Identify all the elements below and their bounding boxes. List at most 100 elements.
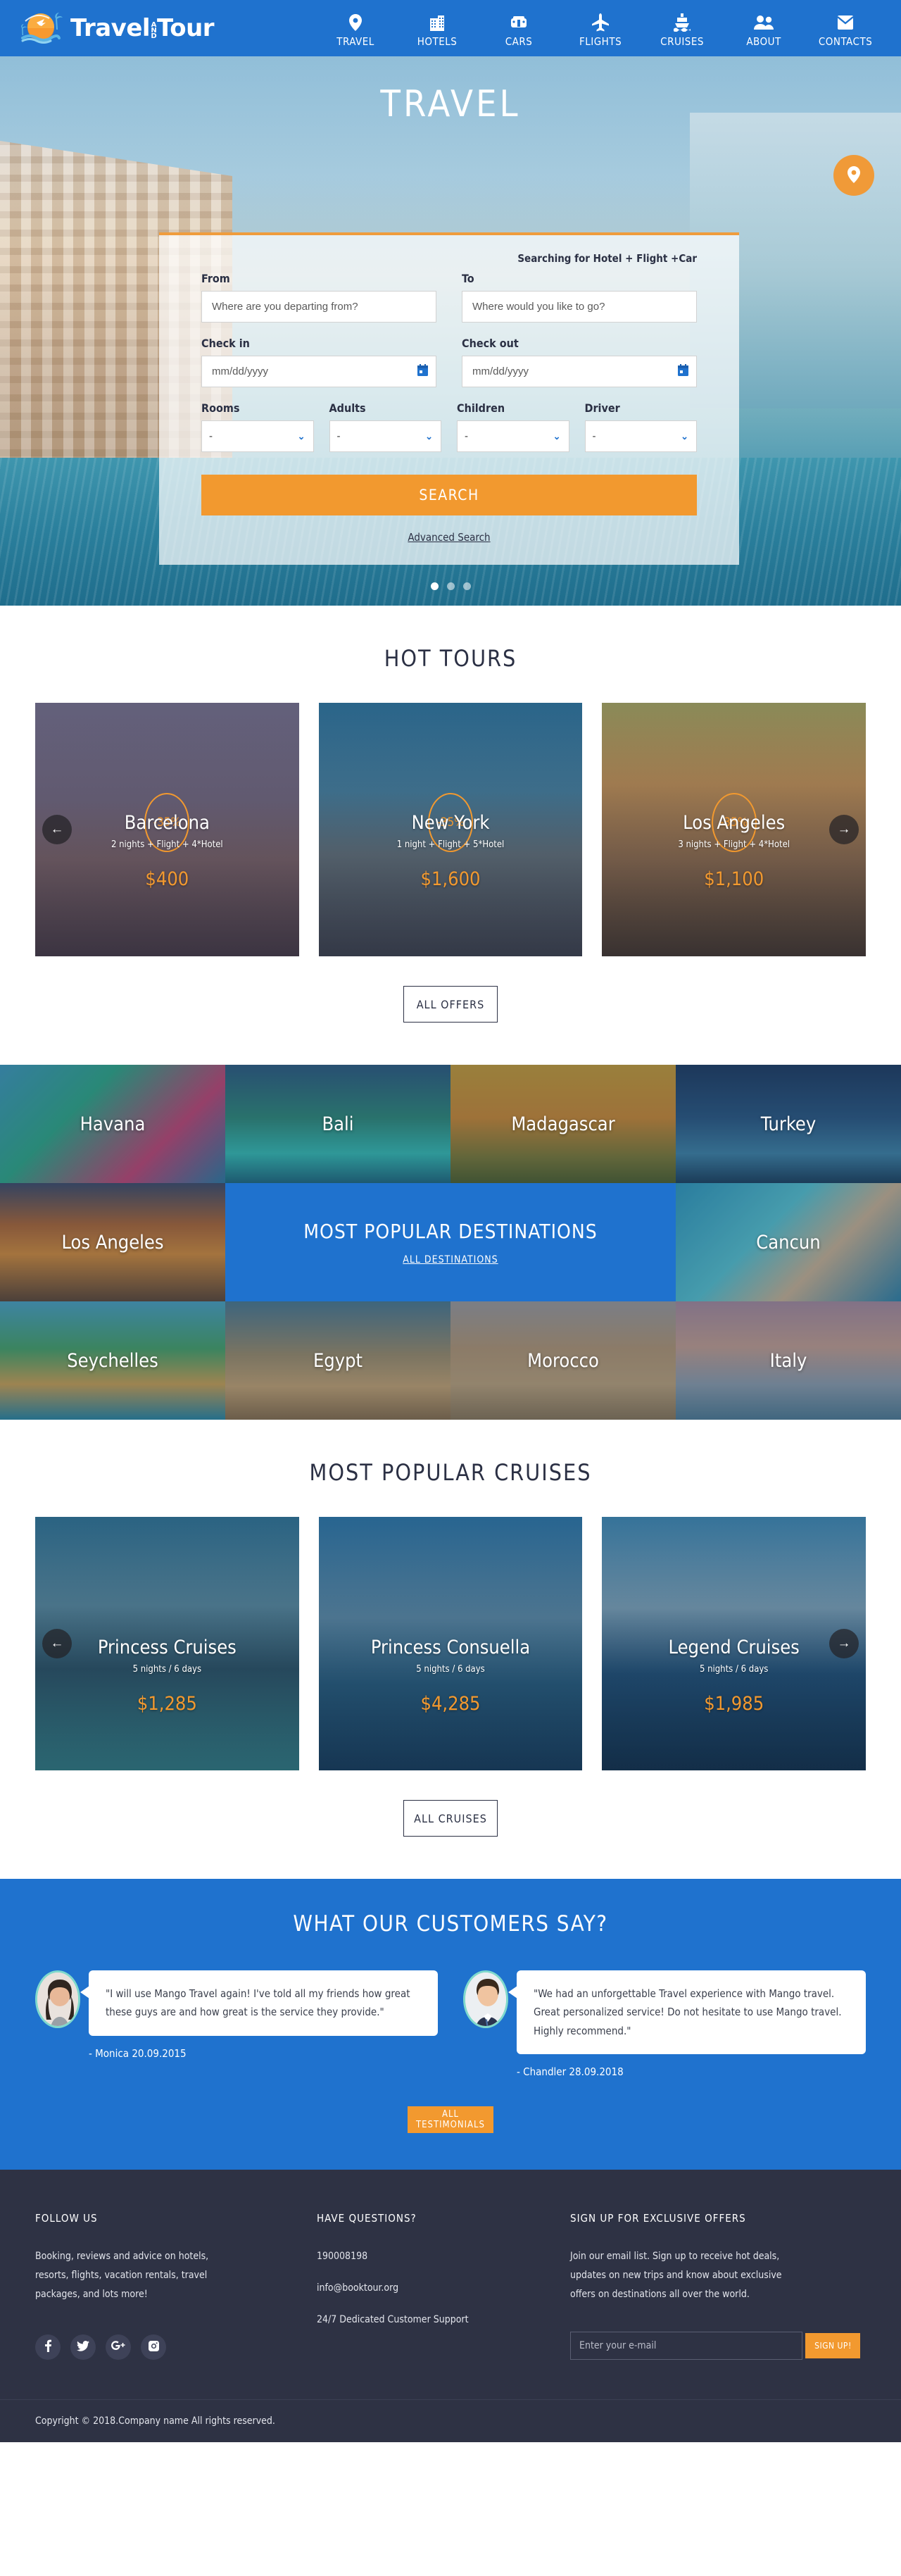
checkin-label: Check in <box>201 337 250 350</box>
carousel-dot-1[interactable] <box>430 582 439 590</box>
email-address[interactable]: info@booktour.org <box>317 2279 479 2298</box>
main-nav: TRAVEL HOTELS CARS FLIGHTS CRUISES ABOUT… <box>315 9 886 48</box>
cruise-card[interactable]: Legend Cruises 5 nights / 6 days $1,985 … <box>602 1517 867 1770</box>
advanced-search-link[interactable]: Advanced Search <box>201 531 697 544</box>
nav-item-flights[interactable]: FLIGHTS <box>560 13 641 48</box>
searching-for-label: Searching for Hotel + Flight +Car <box>517 252 697 265</box>
google-plus-button[interactable] <box>106 2334 131 2360</box>
destination-name: Morocco <box>527 1349 599 1372</box>
nav-item-travel[interactable]: TRAVEL <box>315 13 396 48</box>
tour-card[interactable]: -35% Los Angeles 3 nights + Flight + 4*H… <box>602 703 867 956</box>
checkin-input[interactable] <box>201 356 436 387</box>
testimonials-row: "I will use Mango Travel again! I've tol… <box>35 1970 866 2078</box>
cruises-next-button[interactable]: → <box>829 1629 859 1658</box>
destination-cell-madagascar[interactable]: Madagascar <box>450 1065 676 1183</box>
destination-cell-italy[interactable]: Italy <box>676 1301 901 1420</box>
nav-item-about[interactable]: ABOUT <box>723 13 805 48</box>
tour-details: 2 nights + Flight + 4*Hotel <box>111 839 223 850</box>
rooms-select[interactable]: - <box>201 420 314 452</box>
destination-cell-egypt[interactable]: Egypt <box>225 1301 450 1420</box>
instagram-button[interactable] <box>141 2334 166 2360</box>
copyright-text: Copyright © 2018.Company name All rights… <box>0 2399 901 2442</box>
cruises-section: MOST POPULAR CRUISES Princess Cruises 5 … <box>0 1420 901 1837</box>
facebook-icon <box>44 2339 51 2354</box>
twitter-button[interactable] <box>70 2334 96 2360</box>
destination-name: Bali <box>322 1113 354 1135</box>
site-logo[interactable]: Travel AND Tour <box>0 7 215 49</box>
testimonials-title: WHAT OUR CUSTOMERS SAY? <box>293 1911 608 1937</box>
destination-name: Egypt <box>313 1349 363 1372</box>
cruise-details: 5 nights / 6 days <box>132 1664 202 1675</box>
to-input[interactable] <box>462 291 697 323</box>
tour-card-body: New York 1 night + Flight + 5*Hotel $1,6… <box>319 812 583 890</box>
destination-name: Havana <box>80 1113 146 1135</box>
testimonial-author: - Monica 20.09.2015 <box>89 2046 187 2060</box>
tour-card[interactable]: -35% Barcelona 2 nights + Flight + 4*Hot… <box>35 703 299 956</box>
destination-name: Cancun <box>756 1231 821 1253</box>
destination-name: Los Angeles <box>61 1231 164 1253</box>
nav-item-cars[interactable]: CARS <box>478 13 560 48</box>
nav-item-hotels[interactable]: HOTELS <box>396 13 478 48</box>
driver-label: Driver <box>584 401 620 415</box>
hero-carousel-dots <box>0 582 901 590</box>
adults-select[interactable]: - <box>329 420 441 452</box>
facebook-button[interactable] <box>35 2334 61 2360</box>
cruise-details: 5 nights / 6 days <box>699 1664 769 1675</box>
carousel-dot-2[interactable] <box>446 582 455 590</box>
destination-name: Seychelles <box>67 1349 158 1372</box>
all-cruises-button[interactable]: ALL CRUISES <box>403 1800 498 1837</box>
cruise-card[interactable]: Princess Cruises 5 nights / 6 days $1,28… <box>35 1517 299 1770</box>
rooms-label: Rooms <box>201 401 240 415</box>
hot-tours-carousel: -35% Barcelona 2 nights + Flight + 4*Hot… <box>35 703 867 956</box>
logo-wordmark: Travel AND Tour <box>70 16 215 40</box>
testimonial-author: - Chandler 28.09.2018 <box>517 2065 624 2078</box>
from-label: From <box>201 272 230 285</box>
search-button[interactable]: SEARCH <box>201 475 697 515</box>
children-label: Children <box>457 401 505 415</box>
all-offers-button[interactable]: ALL OFFERS <box>403 986 498 1023</box>
tours-next-button[interactable]: → <box>829 815 859 844</box>
destination-cell-los-angeles[interactable]: Los Angeles <box>0 1183 225 1301</box>
tour-card[interactable]: -35% New York 1 night + Flight + 5*Hotel… <box>318 703 583 956</box>
cruise-card-body: Princess Consuella 5 nights / 6 days $4,… <box>319 1637 583 1715</box>
nav-label: TRAVEL <box>336 35 374 48</box>
all-destinations-link[interactable]: ALL DESTINATIONS <box>403 1254 498 1265</box>
ship-icon <box>674 13 691 32</box>
all-testimonials-button[interactable]: ALL TESTIMONIALS <box>408 2106 493 2133</box>
testimonials-section: WHAT OUR CUSTOMERS SAY? "I will use Mang… <box>0 1879 901 2170</box>
google-plus-icon <box>111 2341 125 2353</box>
site-footer: FOLLOW US Booking, reviews and advice on… <box>0 2169 901 2442</box>
carousel-dot-3[interactable] <box>462 582 471 590</box>
children-field-group: Children - ⌄ <box>457 401 569 452</box>
cruise-card[interactable]: Princess Consuella 5 nights / 6 days $4,… <box>318 1517 583 1770</box>
driver-select[interactable]: - <box>584 420 697 452</box>
children-select[interactable]: - <box>457 420 569 452</box>
location-pin-icon <box>349 13 363 32</box>
destination-cell-havana[interactable]: Havana <box>0 1065 225 1183</box>
logo-text-and: AND <box>150 21 158 38</box>
from-input[interactable] <box>201 291 436 323</box>
destinations-section: Havana Bali Madagascar Turkey Los Angele… <box>0 1065 901 1420</box>
nav-item-contacts[interactable]: CONTACTS <box>805 13 886 48</box>
geolocation-button[interactable] <box>833 155 874 196</box>
destination-cell-morocco[interactable]: Morocco <box>450 1301 676 1420</box>
tour-details: 3 nights + Flight + 4*Hotel <box>678 839 790 850</box>
destination-cell-turkey[interactable]: Turkey <box>676 1065 901 1183</box>
tour-name: Barcelona <box>124 812 210 834</box>
email-signup-input[interactable] <box>570 2331 802 2360</box>
destination-cell-bali[interactable]: Bali <box>225 1065 450 1183</box>
signup-button[interactable]: SIGN UP! <box>805 2332 861 2358</box>
nav-item-cruises[interactable]: CRUISES <box>641 13 723 48</box>
cruises-prev-button[interactable]: ← <box>42 1629 72 1658</box>
destination-cell-cancun[interactable]: Cancun <box>676 1183 901 1301</box>
checkout-input[interactable] <box>462 356 697 387</box>
signup-text: Join our email list. Sign up to receive … <box>570 2250 782 2301</box>
phone-number[interactable]: 190008198 <box>317 2247 479 2266</box>
have-questions-heading: HAVE QUESTIONS? <box>317 2211 417 2225</box>
testimonial-item: "We had an unforgettable Travel experien… <box>463 1970 866 2078</box>
tours-prev-button[interactable]: ← <box>42 815 72 844</box>
destination-cell-seychelles[interactable]: Seychelles <box>0 1301 225 1420</box>
social-links <box>35 2334 317 2360</box>
follow-us-heading: FOLLOW US <box>35 2211 98 2225</box>
driver-field-group: Driver - ⌄ <box>584 401 697 452</box>
